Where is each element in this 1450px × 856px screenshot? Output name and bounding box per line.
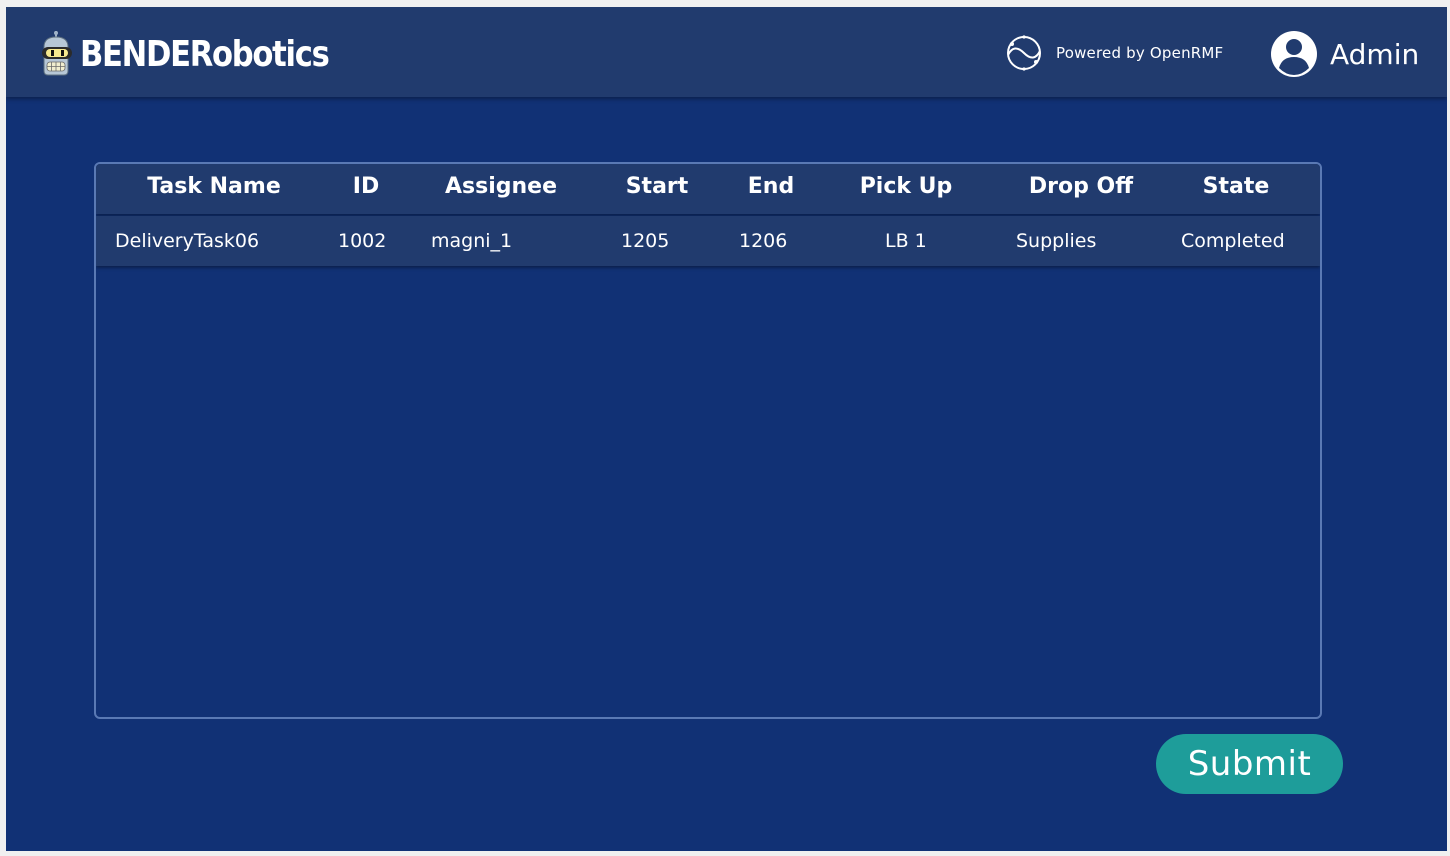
powered-by-label: Powered by OpenRMF	[1056, 44, 1224, 62]
cell-drop-off: Supplies	[1016, 230, 1097, 252]
cell-id: 1002	[338, 230, 387, 252]
table-header: Task Name ID Assignee Start End Pick Up …	[96, 164, 1320, 214]
brand-name: BENDERobotics	[80, 33, 330, 75]
account-circle-icon	[1271, 31, 1317, 77]
app-window: BENDERobotics Powered by OpenRMF Admin T…	[6, 7, 1447, 851]
column-header-start[interactable]: Start	[596, 164, 718, 214]
user-menu[interactable]: Admin	[1270, 29, 1419, 79]
column-header-task-name[interactable]: Task Name	[114, 164, 314, 214]
top-bar: BENDERobotics Powered by OpenRMF Admin	[6, 7, 1447, 97]
robot-head-icon	[42, 31, 72, 76]
user-name: Admin	[1330, 37, 1420, 71]
task-table: Task Name ID Assignee Start End Pick Up …	[94, 162, 1322, 719]
cell-pick-up: LB 1	[885, 230, 927, 252]
table-row[interactable]: DeliveryTask06 1002 magni_1 1205 1206 LB…	[96, 216, 1320, 266]
cell-task-name: DeliveryTask06	[115, 230, 260, 252]
cell-assignee: magni_1	[431, 230, 513, 252]
brand[interactable]: BENDERobotics	[38, 29, 372, 79]
column-header-id[interactable]: ID	[321, 164, 411, 214]
powered-by[interactable]: Powered by OpenRMF	[1004, 33, 1223, 73]
submit-button[interactable]: Submit	[1156, 734, 1343, 794]
cell-start: 1205	[621, 230, 670, 252]
cell-state: Completed	[1181, 230, 1285, 252]
column-header-state[interactable]: State	[1171, 164, 1301, 214]
column-header-drop-off[interactable]: Drop Off	[1001, 164, 1161, 214]
column-header-pick-up[interactable]: Pick Up	[836, 164, 976, 214]
column-header-end[interactable]: End	[721, 164, 821, 214]
openrmf-logo-icon	[1007, 35, 1041, 71]
column-header-assignee[interactable]: Assignee	[416, 164, 586, 214]
cell-end: 1206	[739, 230, 788, 252]
